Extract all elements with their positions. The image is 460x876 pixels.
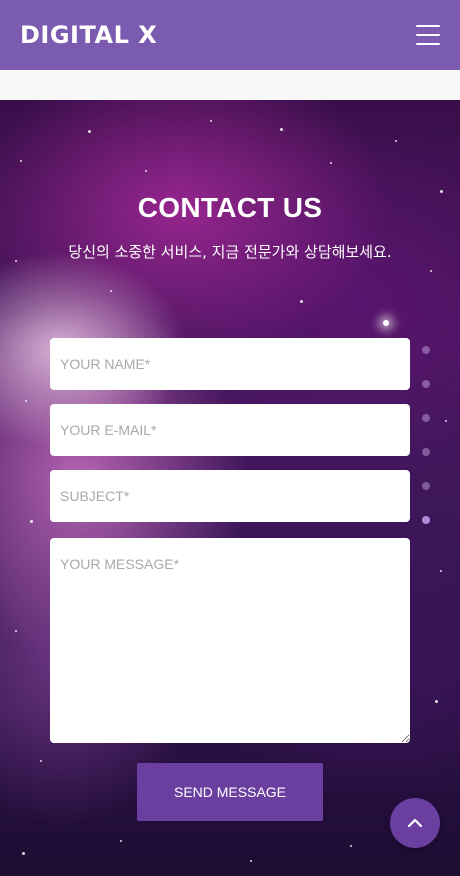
star-decoration [15,630,17,632]
pagination-dot[interactable] [422,346,430,354]
section-pagination-dots [422,346,430,550]
hamburger-line [416,25,440,27]
brand-logo[interactable]: DIGITAL X [20,21,157,49]
star-decoration [25,400,27,402]
star-decoration [110,290,112,292]
star-decoration [280,128,283,131]
star-decoration [250,860,252,862]
email-input[interactable] [50,404,410,456]
contact-section: CONTACT US 당신의 소중한 서비스, 지금 전문가와 상담해보세요. … [0,100,460,876]
star-decoration [210,120,212,122]
hamburger-line [416,34,440,36]
pagination-dot-active[interactable] [422,516,430,524]
star-decoration [383,320,389,326]
star-decoration [120,840,122,842]
name-input[interactable] [50,338,410,390]
subject-input[interactable] [50,470,410,522]
pagination-dot[interactable] [422,380,430,388]
star-decoration [330,162,332,164]
header-spacer [0,70,460,100]
star-decoration [430,270,432,272]
top-navbar: DIGITAL X [0,0,460,70]
pagination-dot[interactable] [422,448,430,456]
star-decoration [350,845,352,847]
section-title: CONTACT US [137,192,323,223]
message-textarea[interactable] [50,538,410,743]
star-decoration [88,130,91,133]
hamburger-line [416,43,440,45]
star-decoration [445,420,447,422]
scroll-to-top-button[interactable] [390,798,440,848]
star-decoration [20,160,22,162]
section-subtitle: 당신의 소중한 서비스, 지금 전문가와 상담해보세요. [68,243,392,261]
star-decoration [300,300,303,303]
star-decoration [145,170,147,172]
pagination-dot[interactable] [422,414,430,422]
pagination-dot[interactable] [422,482,430,490]
star-decoration [40,760,42,762]
star-decoration [395,140,397,142]
star-decoration [440,570,442,572]
chevron-up-icon [407,818,423,828]
star-decoration [30,520,33,523]
star-decoration [435,700,438,703]
star-decoration [22,852,25,855]
page: DIGITAL X CONTACT US 당신의 소중한 서비스, 지금 전문가… [0,0,460,876]
send-message-button[interactable]: SEND MESSAGE [137,763,323,821]
hamburger-menu-icon[interactable] [416,25,440,45]
